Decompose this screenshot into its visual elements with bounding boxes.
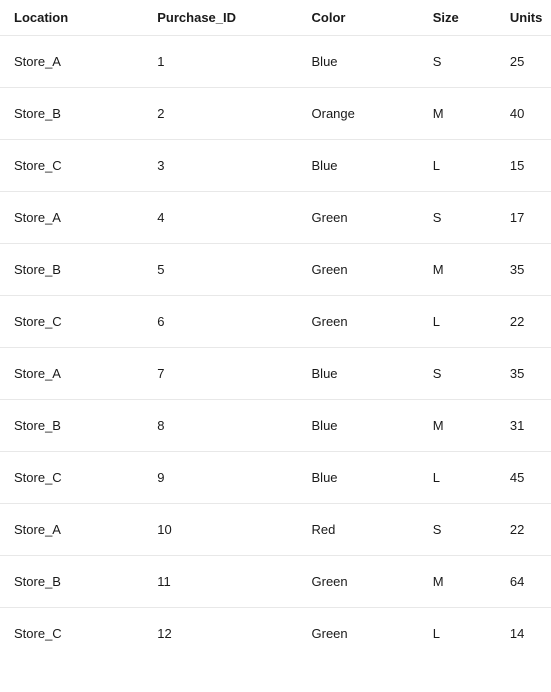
cell-size: M — [419, 556, 496, 608]
cell-units: 40 — [496, 88, 551, 140]
table-row: Store_A1BlueS25 — [0, 36, 551, 88]
cell-color: Green — [298, 244, 419, 296]
header-units: Units — [496, 0, 551, 36]
cell-units: 64 — [496, 556, 551, 608]
table-row: Store_B5GreenM35 — [0, 244, 551, 296]
header-size: Size — [419, 0, 496, 36]
data-table: Location Purchase_ID Color Size Units St… — [0, 0, 551, 659]
cell-units: 45 — [496, 452, 551, 504]
cell-location: Store_A — [0, 192, 143, 244]
cell-location: Store_A — [0, 36, 143, 88]
cell-units: 25 — [496, 36, 551, 88]
cell-size: S — [419, 348, 496, 400]
cell-size: L — [419, 296, 496, 348]
cell-purchase-id: 3 — [143, 140, 297, 192]
cell-color: Green — [298, 296, 419, 348]
table-row: Store_A7BlueS35 — [0, 348, 551, 400]
cell-color: Blue — [298, 400, 419, 452]
cell-color: Green — [298, 608, 419, 660]
table-row: Store_A4GreenS17 — [0, 192, 551, 244]
header-color: Color — [298, 0, 419, 36]
cell-color: Green — [298, 192, 419, 244]
cell-location: Store_C — [0, 296, 143, 348]
cell-size: S — [419, 36, 496, 88]
cell-purchase-id: 1 — [143, 36, 297, 88]
cell-units: 22 — [496, 504, 551, 556]
cell-size: M — [419, 244, 496, 296]
cell-size: S — [419, 192, 496, 244]
table-row: Store_C6GreenL22 — [0, 296, 551, 348]
cell-size: L — [419, 140, 496, 192]
table-row: Store_B11GreenM64 — [0, 556, 551, 608]
cell-location: Store_B — [0, 88, 143, 140]
cell-units: 35 — [496, 244, 551, 296]
cell-units: 22 — [496, 296, 551, 348]
header-purchase-id: Purchase_ID — [143, 0, 297, 36]
cell-purchase-id: 10 — [143, 504, 297, 556]
cell-location: Store_A — [0, 348, 143, 400]
cell-color: Blue — [298, 452, 419, 504]
cell-location: Store_B — [0, 556, 143, 608]
table-row: Store_C9BlueL45 — [0, 452, 551, 504]
cell-location: Store_C — [0, 140, 143, 192]
cell-location: Store_B — [0, 244, 143, 296]
cell-units: 31 — [496, 400, 551, 452]
cell-purchase-id: 6 — [143, 296, 297, 348]
cell-color: Blue — [298, 140, 419, 192]
cell-location: Store_A — [0, 504, 143, 556]
table-row: Store_C3BlueL15 — [0, 140, 551, 192]
header-location: Location — [0, 0, 143, 36]
table-row: Store_C12GreenL14 — [0, 608, 551, 660]
cell-purchase-id: 9 — [143, 452, 297, 504]
table-row: Store_B2OrangeM40 — [0, 88, 551, 140]
cell-size: S — [419, 504, 496, 556]
table-row: Store_B8BlueM31 — [0, 400, 551, 452]
cell-purchase-id: 4 — [143, 192, 297, 244]
cell-purchase-id: 11 — [143, 556, 297, 608]
cell-location: Store_C — [0, 608, 143, 660]
cell-location: Store_B — [0, 400, 143, 452]
cell-color: Blue — [298, 36, 419, 88]
cell-size: L — [419, 452, 496, 504]
cell-purchase-id: 12 — [143, 608, 297, 660]
cell-purchase-id: 5 — [143, 244, 297, 296]
cell-color: Green — [298, 556, 419, 608]
cell-units: 35 — [496, 348, 551, 400]
cell-units: 15 — [496, 140, 551, 192]
cell-location: Store_C — [0, 452, 143, 504]
cell-purchase-id: 2 — [143, 88, 297, 140]
cell-color: Orange — [298, 88, 419, 140]
cell-units: 14 — [496, 608, 551, 660]
cell-size: M — [419, 88, 496, 140]
cell-purchase-id: 8 — [143, 400, 297, 452]
cell-color: Red — [298, 504, 419, 556]
table-row: Store_A10RedS22 — [0, 504, 551, 556]
cell-size: L — [419, 608, 496, 660]
cell-color: Blue — [298, 348, 419, 400]
cell-purchase-id: 7 — [143, 348, 297, 400]
cell-size: M — [419, 400, 496, 452]
table-header-row: Location Purchase_ID Color Size Units — [0, 0, 551, 36]
cell-units: 17 — [496, 192, 551, 244]
